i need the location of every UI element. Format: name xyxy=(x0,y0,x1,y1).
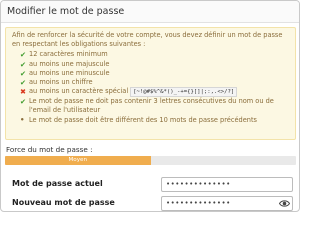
check-icon: ✔ xyxy=(20,59,27,69)
current-password-label: Mot de passe actuel xyxy=(12,179,103,188)
special-chars-code: [~!@#$%^&*()_-+={}[]|;:,.<>/?] xyxy=(130,87,238,98)
rule-text: 12 caractères minimum xyxy=(29,50,108,59)
new-password-row: Nouveau mot de passe •••••••••••••• xyxy=(1,195,299,211)
rule-item: ✔ 12 caractères minimum xyxy=(20,50,290,59)
new-password-input[interactable]: •••••••••••••• xyxy=(161,196,293,211)
strength-meter: Moyen xyxy=(5,156,296,165)
current-password-input[interactable]: •••••••••••••• xyxy=(161,177,293,192)
rules-list: ✔ 12 caractères minimum ✔ au moins une m… xyxy=(12,50,290,124)
password-rules-alert: Afin de renforcer la sécurité de votre c… xyxy=(5,27,296,140)
rule-item: ✔ au moins un chiffre xyxy=(20,78,290,87)
rule-text: Le mot de passe doit être différent des … xyxy=(29,115,257,124)
rule-text: au moins une minuscule xyxy=(29,68,110,77)
rule-item: ✔ au moins une majuscule xyxy=(20,60,290,69)
current-password-row: Mot de passe actuel •••••••••••••• xyxy=(1,176,299,194)
check-icon: ✔ xyxy=(20,78,27,88)
strength-label: Force du mot de passe : xyxy=(6,145,93,154)
rule-text: Le mot de passe ne doit pas contenir 3 l… xyxy=(29,97,274,115)
check-icon: ✔ xyxy=(20,68,27,78)
rules-intro: Afin de renforcer la sécurité de votre c… xyxy=(12,31,283,49)
change-password-dialog: Modifier le mot de passe Afin de renforc… xyxy=(0,0,300,212)
new-password-label: Nouveau mot de passe xyxy=(12,198,115,207)
rule-item: ✖ au moins un caractère spécial [~!@#$%^&… xyxy=(20,87,290,98)
eye-icon[interactable] xyxy=(279,199,290,208)
strength-fill: Moyen xyxy=(5,156,151,165)
check-icon: ✔ xyxy=(20,50,27,60)
rule-item: ✔ Le mot de passe ne doit pas contenir 3… xyxy=(20,97,290,115)
dialog-title: Modifier le mot de passe xyxy=(1,1,299,23)
rule-item: • Le mot de passe doit être différent de… xyxy=(20,116,290,125)
rule-text: au moins un chiffre xyxy=(29,78,93,87)
rule-text: au moins une majuscule xyxy=(29,59,110,68)
bullet-icon: • xyxy=(20,115,25,124)
rule-text: au moins un caractère spécial [~!@#$%^&*(… xyxy=(29,87,238,98)
check-icon: ✔ xyxy=(20,97,27,107)
rule-item: ✔ au moins une minuscule xyxy=(20,69,290,78)
cross-icon: ✖ xyxy=(20,87,27,97)
